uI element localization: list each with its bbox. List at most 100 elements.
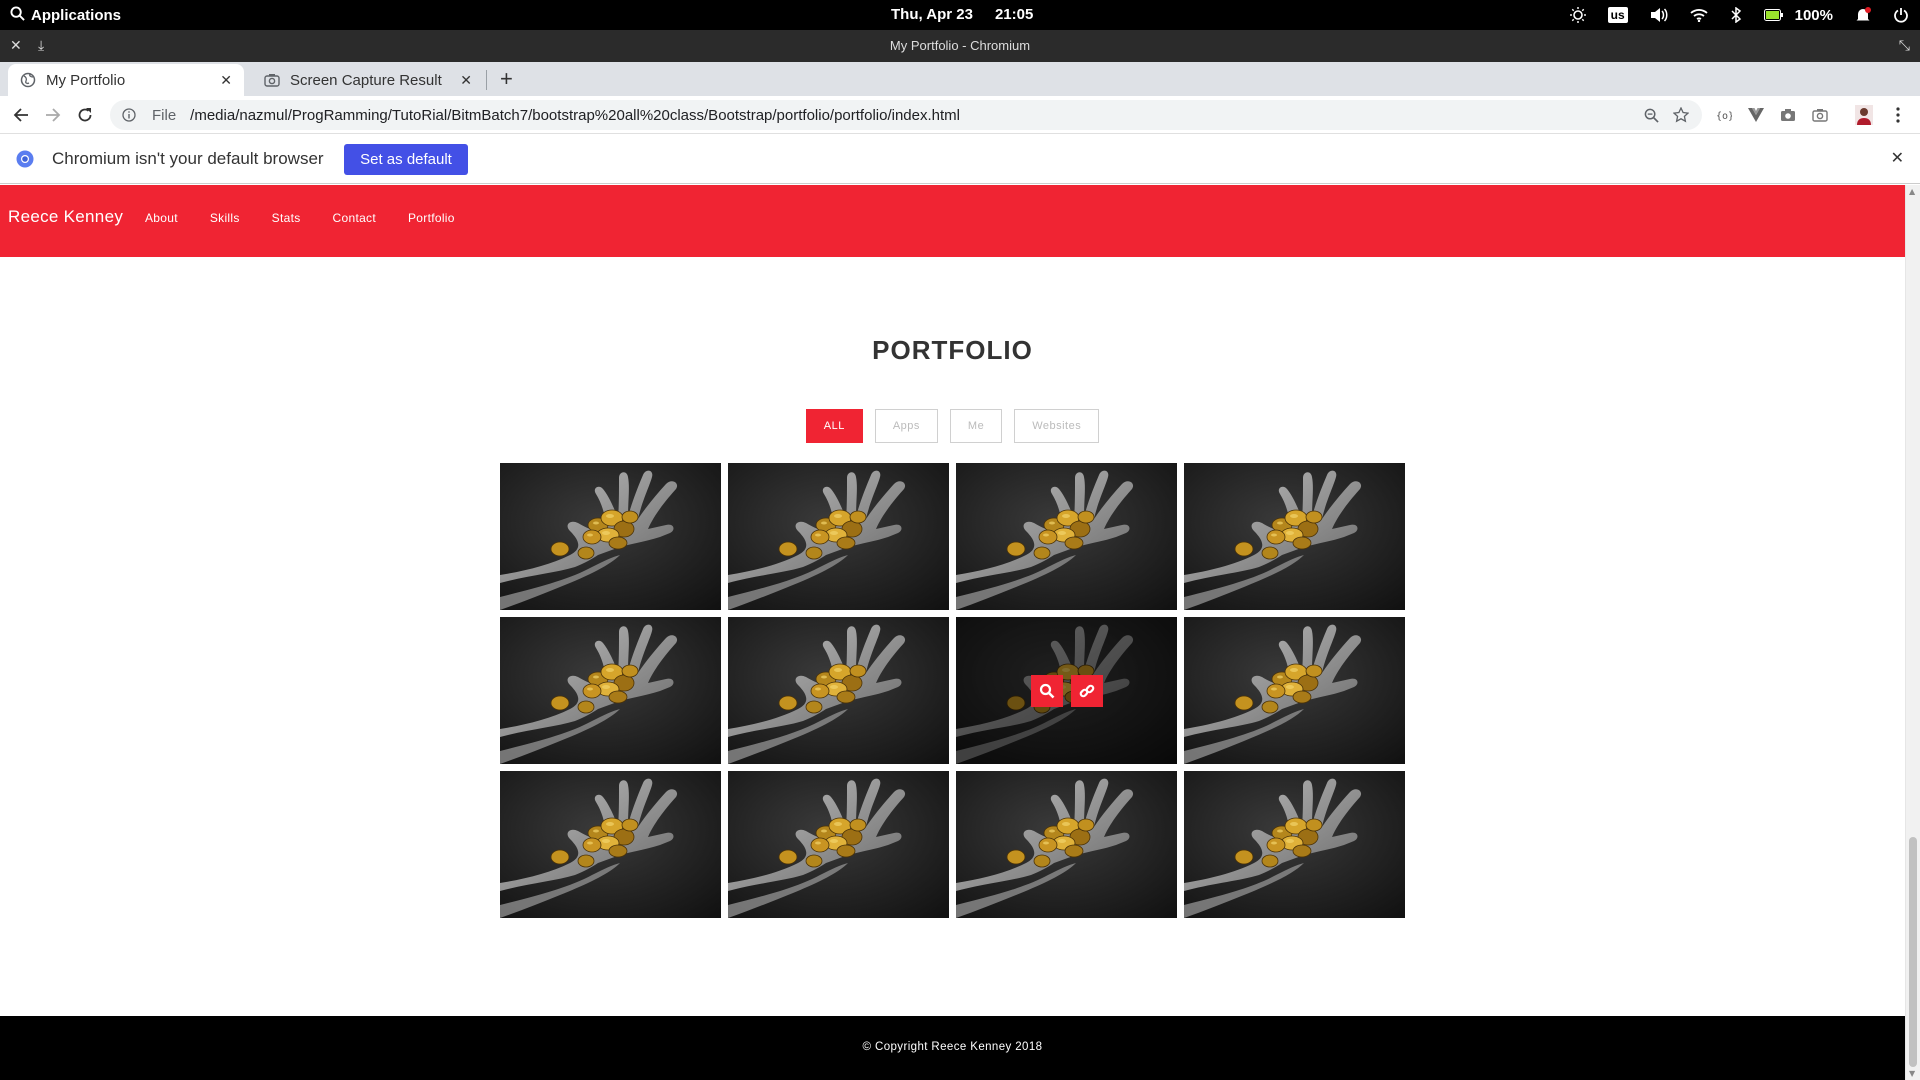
infobar-message: Chromium isn't your default browser (52, 149, 324, 168)
clock[interactable]: Thu, Apr 23 21:05 (891, 6, 1033, 23)
power-icon[interactable] (1882, 0, 1920, 30)
tab-separator (486, 70, 487, 90)
extension-camera-icon[interactable] (1778, 105, 1798, 125)
site-footer: © Copyright Reece Kenney 2018 (0, 1016, 1905, 1080)
tab-title: Screen Capture Result (290, 71, 442, 89)
filter-websites-button[interactable]: Websites (1014, 409, 1100, 443)
tab-close-icon[interactable]: ✕ (460, 72, 472, 89)
portfolio-item-image (728, 463, 949, 610)
scroll-up-icon[interactable]: ▲ (1909, 187, 1915, 196)
site-nav-links: About Skills Stats Contact Portfolio (145, 211, 487, 225)
page-scrollbar[interactable]: ▲ ▼ (1905, 185, 1920, 1080)
profile-avatar[interactable] (1854, 105, 1874, 125)
nav-link-skills[interactable]: Skills (210, 211, 240, 225)
portfolio-item-image (1184, 463, 1405, 610)
portfolio-item-image (956, 771, 1177, 918)
notification-bell-icon[interactable] (1844, 0, 1882, 30)
bookmark-star-icon[interactable] (1666, 107, 1696, 123)
reload-icon[interactable] (74, 104, 96, 126)
portfolio-item[interactable] (728, 463, 949, 610)
portfolio-item-image (956, 463, 1177, 610)
tab-screen-capture[interactable]: Screen Capture Result ✕ (252, 64, 484, 96)
nav-link-about[interactable]: About (145, 211, 178, 225)
portfolio-grid (500, 463, 1405, 918)
filter-me-button[interactable]: Me (949, 409, 1003, 443)
extension-vue-icon[interactable] (1746, 105, 1766, 125)
window-restore-icon[interactable]: ⤡ (1899, 37, 1910, 54)
tab-strip: My Portfolio ✕ Screen Capture Result ✕ (0, 62, 1920, 96)
portfolio-item-image (1184, 771, 1405, 918)
portfolio-item-image (1184, 617, 1405, 764)
portfolio-item-image (500, 617, 721, 764)
infobar-close-icon[interactable]: ✕ (1891, 148, 1904, 167)
set-as-default-button[interactable]: Set as default (344, 144, 468, 175)
applications-label: Applications (31, 7, 122, 24)
menu-kebab-icon[interactable] (1888, 105, 1908, 125)
back-icon[interactable] (10, 104, 32, 126)
filter-apps-button[interactable]: Apps (874, 409, 938, 443)
address-bar[interactable]: File /media/nazmul/ProgRamming/TutoRial/… (110, 100, 1702, 130)
new-tab-button[interactable]: + (500, 66, 513, 92)
nav-link-contact[interactable]: Contact (333, 211, 376, 225)
portfolio-item[interactable] (728, 771, 949, 918)
applications-menu[interactable]: Applications (10, 6, 121, 25)
portfolio-item[interactable] (500, 463, 721, 610)
portfolio-item[interactable] (728, 617, 949, 764)
portfolio-item[interactable] (500, 771, 721, 918)
window-title: My Portfolio - Chromium (889, 38, 1031, 53)
browser-toolbar: File /media/nazmul/ProgRamming/TutoRial/… (0, 96, 1920, 134)
zoom-search-icon[interactable] (1030, 674, 1063, 707)
filter-all-button[interactable]: ALL (805, 409, 863, 443)
system-tray: us 100% (1559, 0, 1920, 30)
footer-copyright: © Copyright Reece Kenney 2018 (862, 1041, 1043, 1053)
search-icon (10, 6, 25, 25)
url-text[interactable]: /media/nazmul/ProgRamming/TutoRial/BitmB… (190, 107, 1636, 124)
extension-screenshot-icon[interactable] (1810, 105, 1830, 125)
portfolio-item[interactable] (956, 617, 1177, 764)
portfolio-heading: PORTFOLIO (872, 335, 1033, 365)
nav-link-stats[interactable]: Stats (272, 211, 301, 225)
system-top-bar: Applications Thu, Apr 23 21:05 us 100% (0, 0, 1920, 30)
portfolio-filters: ALL Apps Me Websites (0, 409, 1905, 443)
nav-link-portfolio[interactable]: Portfolio (408, 211, 455, 225)
time-text: 21:05 (994, 6, 1034, 23)
portfolio-item[interactable] (1184, 771, 1405, 918)
portfolio-item[interactable] (1184, 617, 1405, 764)
portfolio-item[interactable] (956, 463, 1177, 610)
svg-text:{o}: {o} (1716, 111, 1732, 121)
portfolio-item-image (728, 617, 949, 764)
tab-close-icon[interactable]: ✕ (220, 72, 232, 89)
tab-my-portfolio[interactable]: My Portfolio ✕ (8, 64, 244, 96)
camera-icon (264, 72, 280, 88)
page-viewport: Reece Kenney About Skills Stats Contact … (0, 185, 1920, 1080)
site-navbar: Reece Kenney About Skills Stats Contact … (0, 185, 1905, 257)
bluetooth-icon[interactable] (1719, 0, 1753, 30)
volume-icon[interactable] (1639, 0, 1679, 30)
keyboard-layout-label: us (1607, 7, 1628, 23)
portfolio-item[interactable] (1184, 463, 1405, 610)
window-title-bar: ✕ ⤓ My Portfolio - Chromium ⤡ (0, 30, 1920, 62)
night-light-icon[interactable] (1559, 0, 1597, 30)
forward-icon[interactable] (42, 104, 64, 126)
default-browser-infobar: Chromium isn't your default browser Set … (0, 134, 1920, 184)
portfolio-item-hover-overlay (956, 617, 1177, 764)
zoom-icon[interactable] (1636, 108, 1666, 123)
site-brand[interactable]: Reece Kenney (8, 207, 123, 227)
link-icon[interactable] (1070, 674, 1103, 707)
portfolio-item-image (728, 771, 949, 918)
battery-percent: 100% (1794, 6, 1833, 24)
extension-braces-icon[interactable]: {o} (1714, 105, 1734, 125)
tab-title: My Portfolio (46, 71, 126, 89)
wifi-icon[interactable] (1679, 0, 1719, 30)
scrollbar-thumb[interactable] (1909, 837, 1917, 1067)
battery-icon[interactable] (1753, 0, 1795, 30)
chromium-logo-icon (16, 150, 34, 172)
url-scheme: File (152, 106, 177, 124)
globe-icon (20, 72, 36, 88)
keyboard-layout[interactable]: us (1597, 0, 1639, 30)
scroll-down-icon[interactable]: ▼ (1909, 1069, 1915, 1078)
info-icon[interactable] (114, 108, 144, 122)
portfolio-item[interactable] (956, 771, 1177, 918)
portfolio-item[interactable] (500, 617, 721, 764)
portfolio-item-image (500, 463, 721, 610)
